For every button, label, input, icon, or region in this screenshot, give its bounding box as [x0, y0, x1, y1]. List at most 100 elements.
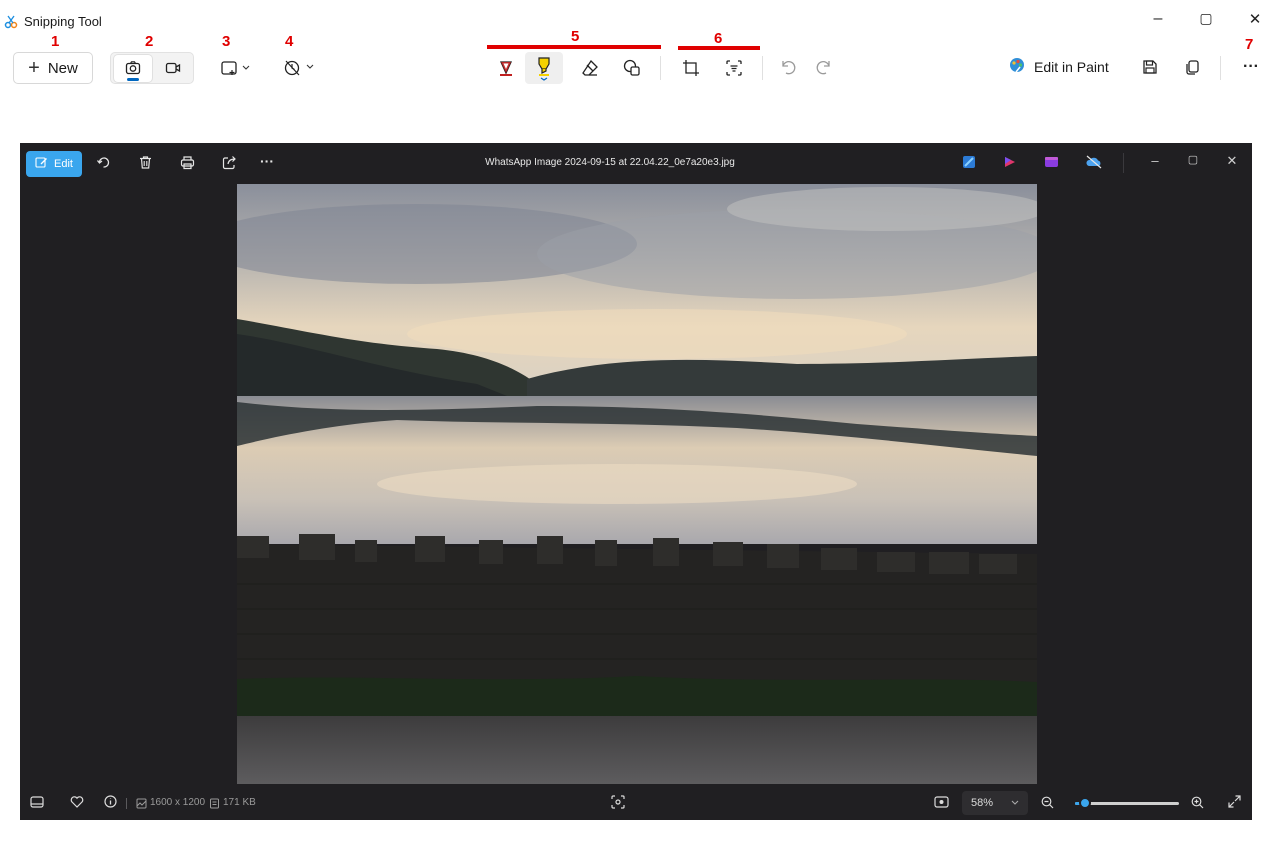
- capture-mode-toggle: [110, 52, 194, 84]
- text-actions-button[interactable]: [722, 56, 746, 80]
- highlighter-icon: [538, 57, 550, 81]
- selected-mode-indicator: [127, 78, 139, 81]
- annotation-7: 7: [1245, 36, 1254, 53]
- annotation-6: 6: [714, 30, 723, 47]
- file-size: 171 KB: [223, 797, 256, 808]
- reservoir-photo: [237, 184, 1037, 784]
- zoom-slider-thumb[interactable]: [1079, 797, 1092, 809]
- visual-search-button[interactable]: [611, 795, 625, 812]
- snipping-tool-logo-icon: [4, 15, 18, 29]
- video-editor-icon: [1045, 157, 1058, 167]
- zoom-value: 58%: [971, 797, 994, 809]
- annotation-2: 2: [145, 33, 154, 50]
- rotate-icon: [96, 157, 110, 168]
- clipchamp-app-button[interactable]: [1003, 155, 1017, 169]
- filmstrip-icon: [30, 796, 44, 808]
- close-button[interactable]: ✕: [1240, 10, 1268, 28]
- eraser-icon: [582, 59, 598, 76]
- viewer-filename: WhatsApp Image 2024-09-15 at 22.04.22_0e…: [485, 157, 735, 168]
- see-more-button[interactable]: ···: [1238, 56, 1264, 78]
- annotation-1: 1: [51, 33, 60, 50]
- undo-icon: [782, 61, 796, 75]
- snip-shape-dropdown[interactable]: [218, 58, 258, 78]
- zoom-level-dropdown[interactable]: 58%: [962, 791, 1028, 815]
- crop-icon: [683, 60, 699, 76]
- toolbar-divider: [762, 56, 763, 80]
- shapes-icon: [623, 59, 640, 76]
- viewer-more-button[interactable]: ···: [260, 153, 274, 169]
- viewer-bottom-bar: 1600 x 1200 171 KB 58%: [20, 786, 1252, 820]
- viewer-close-button[interactable]: ✕: [1222, 153, 1242, 169]
- annotation-6-underline: [678, 46, 760, 50]
- redo-icon: [816, 61, 830, 75]
- zoom-in-button[interactable]: [1191, 796, 1204, 812]
- designer-icon: [963, 156, 975, 168]
- save-button[interactable]: [1139, 56, 1161, 78]
- undo-button[interactable]: [777, 56, 799, 78]
- edit-pencil-icon: [35, 156, 48, 172]
- designer-app-button[interactable]: [962, 155, 976, 169]
- delete-button[interactable]: [138, 155, 153, 170]
- heart-icon: [70, 796, 84, 808]
- app-title: Snipping Tool: [24, 14, 102, 29]
- maximize-button[interactable]: ▢: [1191, 10, 1221, 27]
- timer-dropdown[interactable]: [281, 56, 321, 78]
- share-button[interactable]: [222, 155, 237, 170]
- edit-in-paint-button[interactable]: Edit in Paint: [1008, 56, 1109, 77]
- app-title-bar: Snipping Tool: [4, 14, 102, 29]
- redo-button[interactable]: [813, 56, 835, 78]
- video-icon: [165, 62, 181, 74]
- viewer-maximize-button[interactable]: ▢: [1183, 153, 1203, 166]
- copy-button[interactable]: [1181, 56, 1203, 78]
- timer-icon: [284, 60, 314, 76]
- viewer-top-bar: Edit ··· WhatsApp Image 2024-09-15 at 22…: [20, 143, 1252, 183]
- copy-icon: [1186, 60, 1199, 75]
- plus-icon: +: [28, 57, 40, 79]
- paint-icon: [1008, 56, 1026, 77]
- actual-size-icon: [934, 796, 949, 808]
- crop-button[interactable]: [679, 56, 703, 80]
- info-button[interactable]: [104, 795, 117, 811]
- share-icon: [222, 156, 236, 170]
- print-button[interactable]: [180, 155, 195, 170]
- shapes-button[interactable]: [620, 56, 644, 80]
- ballpoint-pen-button[interactable]: [494, 56, 518, 80]
- toolbar-divider: [660, 56, 661, 80]
- favorite-button[interactable]: [70, 796, 84, 811]
- actual-size-button[interactable]: [934, 796, 949, 811]
- video-editor-app-button[interactable]: [1044, 155, 1059, 169]
- annotation-5-underline: [487, 45, 661, 49]
- minimize-button[interactable]: –: [1143, 10, 1173, 28]
- snip-shape-icon: [221, 61, 250, 75]
- viewer-edit-label: Edit: [54, 158, 73, 170]
- annotation-5: 5: [571, 28, 580, 45]
- zoom-out-button[interactable]: [1041, 796, 1054, 812]
- fullscreen-button[interactable]: [1228, 795, 1241, 811]
- onedrive-button[interactable]: [1085, 155, 1103, 169]
- onedrive-off-icon: [1086, 155, 1102, 169]
- eraser-button[interactable]: [578, 56, 602, 80]
- file-size-icon: [209, 797, 220, 812]
- save-icon: [1143, 60, 1157, 74]
- camera-icon: [124, 59, 142, 77]
- chevron-down-icon: [1011, 797, 1019, 809]
- photos-viewer: Edit ··· WhatsApp Image 2024-09-15 at 22…: [20, 143, 1252, 820]
- pen-icon: [499, 61, 513, 76]
- trash-icon: [140, 156, 151, 169]
- new-button-label: New: [47, 59, 78, 77]
- video-mode-button[interactable]: [164, 59, 182, 77]
- visual-search-icon: [611, 795, 625, 809]
- text-actions-icon: [726, 60, 742, 76]
- highlighter-button[interactable]: [525, 52, 563, 84]
- viewer-minimize-button[interactable]: –: [1145, 153, 1165, 168]
- viewer-edit-button[interactable]: Edit: [26, 151, 82, 177]
- info-divider: [126, 798, 127, 809]
- resolution-icon: [136, 797, 147, 812]
- new-snip-button[interactable]: + New: [13, 52, 93, 84]
- zoom-in-icon: [1191, 796, 1204, 809]
- info-icon: [104, 795, 117, 808]
- rotate-button[interactable]: [96, 155, 111, 170]
- filmstrip-button[interactable]: [30, 796, 44, 811]
- toolbar-divider: [1220, 56, 1221, 80]
- annotation-3: 3: [222, 33, 231, 50]
